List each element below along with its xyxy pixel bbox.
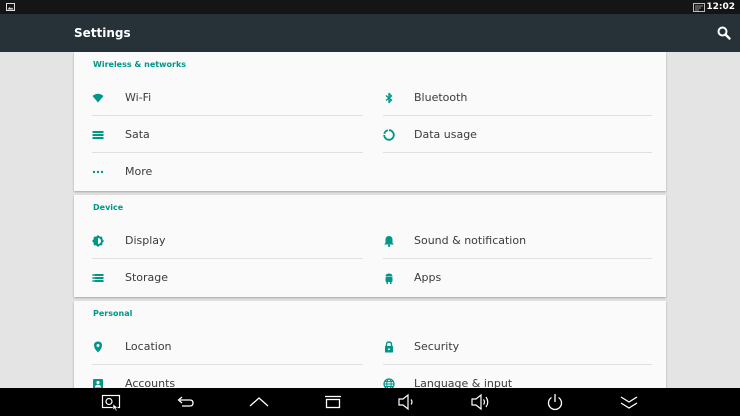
power-icon: [547, 394, 563, 411]
section-wireless-networks: Wireless & networks Wi-Fi Bluetooth Sata: [74, 52, 666, 191]
screenshot-button[interactable]: [101, 393, 121, 411]
brightness-icon: [92, 235, 104, 247]
data-usage-icon: [383, 129, 395, 141]
status-bar: 12:02: [0, 0, 740, 14]
settings-item-label: Accounts: [125, 377, 176, 388]
location-icon: [94, 341, 102, 353]
settings-item-label: Display: [125, 234, 166, 247]
back-icon: [177, 396, 194, 407]
lock-icon: [385, 341, 393, 353]
status-clock: 12:02: [706, 2, 735, 12]
settings-item-storage[interactable]: Storage: [74, 259, 363, 296]
settings-item-label: More: [125, 165, 153, 178]
home-icon: [249, 397, 269, 407]
volume-down-icon: [398, 393, 413, 411]
volume-up-button[interactable]: [471, 393, 491, 411]
back-button[interactable]: [175, 393, 195, 411]
wifi-icon: [92, 93, 104, 103]
section-personal: Personal Location Security Accounts Lang…: [74, 301, 666, 388]
recent-apps-button[interactable]: [323, 393, 343, 411]
collapse-icon: [620, 396, 638, 409]
storage-icon: [92, 274, 104, 282]
settings-item-label: Wi-Fi: [125, 91, 152, 104]
settings-item-label: Security: [414, 340, 460, 353]
action-bar: Settings: [0, 14, 740, 52]
section-title: Device: [93, 203, 124, 212]
search-button[interactable]: [716, 25, 732, 41]
settings-item-sound-notification[interactable]: Sound & notification: [363, 222, 652, 259]
settings-item-label: Location: [125, 340, 172, 353]
more-icon: [92, 170, 104, 174]
settings-item-sata[interactable]: Sata: [74, 116, 363, 153]
settings-item-data-usage[interactable]: Data usage: [363, 116, 652, 153]
settings-list[interactable]: Wireless & networks Wi-Fi Bluetooth Sata: [0, 52, 740, 388]
settings-item-label: Sound & notification: [414, 234, 527, 247]
search-icon: [717, 26, 731, 40]
settings-item-accounts[interactable]: Accounts: [74, 365, 363, 388]
settings-item-display[interactable]: Display: [74, 222, 363, 259]
sata-icon: [92, 131, 104, 139]
cast-icon: [693, 3, 705, 12]
section-title: Wireless & networks: [93, 60, 187, 69]
globe-icon: [383, 378, 395, 388]
settings-item-label: Data usage: [414, 128, 477, 141]
settings-item-wifi[interactable]: Wi-Fi: [74, 79, 363, 116]
settings-item-apps[interactable]: Apps: [363, 259, 652, 296]
settings-item-security[interactable]: Security: [363, 328, 652, 365]
settings-item-label: Language & input: [414, 377, 513, 388]
page-title: Settings: [74, 26, 131, 40]
account-icon: [93, 379, 103, 388]
section-title: Personal: [93, 309, 133, 318]
volume-up-icon: [471, 393, 489, 411]
image-icon: [6, 3, 15, 11]
android-icon: [385, 273, 393, 284]
bell-icon: [384, 236, 394, 247]
home-button[interactable]: [249, 393, 269, 411]
screenshot-icon: [101, 394, 121, 411]
settings-item-label: Storage: [125, 271, 169, 284]
settings-item-label: Apps: [414, 271, 442, 284]
recent-apps-icon: [325, 395, 341, 409]
settings-item-more[interactable]: More: [74, 153, 363, 190]
power-button[interactable]: [545, 393, 565, 411]
settings-item-label: Sata: [125, 128, 150, 141]
settings-item-label: Bluetooth: [414, 91, 468, 104]
settings-item-location[interactable]: Location: [74, 328, 363, 365]
navigation-bar: [0, 388, 740, 416]
section-device: Device Display Sound & notification Stor…: [74, 195, 666, 297]
settings-item-bluetooth[interactable]: Bluetooth: [363, 79, 652, 116]
settings-item-language-input[interactable]: Language & input: [363, 365, 652, 388]
volume-down-button[interactable]: [397, 393, 417, 411]
collapse-button[interactable]: [619, 393, 639, 411]
bluetooth-icon: [385, 92, 393, 104]
